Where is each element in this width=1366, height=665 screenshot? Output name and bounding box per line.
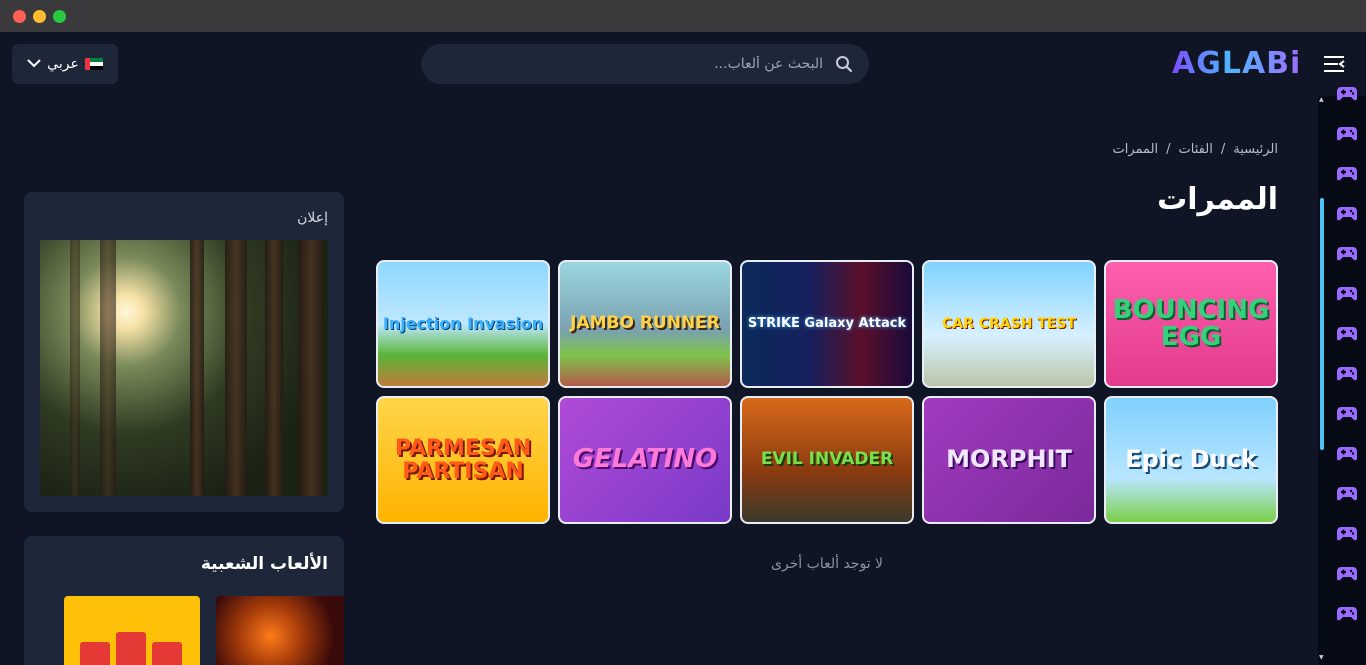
breadcrumb-current: الممرات	[1112, 142, 1159, 157]
search-input[interactable]	[421, 56, 823, 72]
gamepad-icon[interactable]	[1336, 326, 1358, 342]
gamepad-icon[interactable]	[1336, 446, 1358, 462]
ad-widget: إعلان	[24, 192, 344, 512]
gamepad-icon[interactable]	[1336, 526, 1358, 542]
no-more-games-text: لا توجد ألعاب أخرى	[770, 556, 884, 572]
scroll-up-icon[interactable]: ▲	[1319, 96, 1324, 103]
game-title: PARMESAN PARTISAN	[394, 435, 532, 484]
gamepad-icon[interactable]	[1336, 366, 1358, 382]
game-card-strike-galaxy-attack[interactable]: STRIKE Galaxy Attack	[740, 260, 914, 388]
game-title: JAMBO RUNNER	[570, 313, 720, 334]
popular-games-widget: الألعاب الشعبية	[24, 536, 344, 665]
game-title: MORPHIT	[946, 445, 1072, 474]
breadcrumb: الرئيسية / الفئات / الممرات	[1113, 142, 1278, 157]
gamepad-icon[interactable]	[1336, 406, 1358, 422]
site-header: عربي AGLABi	[0, 32, 1366, 96]
gamepad-icon[interactable]	[1336, 246, 1358, 262]
ad-image-forest[interactable]	[40, 240, 328, 496]
game-card-injection-invasion[interactable]: Injection Invasion	[376, 260, 550, 388]
gamepad-icon[interactable]	[1336, 126, 1358, 142]
popular-games-title: الألعاب الشعبية	[200, 554, 328, 574]
game-title: Injection Invasion	[382, 313, 544, 333]
window-minimize-button[interactable]	[33, 10, 46, 23]
game-title: EVIL INVADER	[760, 449, 894, 470]
gamepad-icon[interactable]	[1336, 566, 1358, 582]
gamepad-icon[interactable]	[1336, 206, 1358, 222]
breadcrumb-home[interactable]: الرئيسية	[1233, 142, 1278, 157]
game-card-jambo-runner[interactable]: JAMBO RUNNER	[558, 260, 732, 388]
game-card-parmesan-partisan[interactable]: PARMESAN PARTISAN	[376, 396, 550, 524]
gamepad-icon[interactable]	[1336, 86, 1358, 102]
game-title: Epic Duck	[1125, 445, 1257, 474]
window-maximize-button[interactable]	[53, 10, 66, 23]
breadcrumb-separator: /	[1166, 142, 1171, 157]
game-card-gelatino[interactable]: GELATINO	[558, 396, 732, 524]
menu-toggle-icon[interactable]	[1322, 52, 1346, 76]
chevron-down-icon	[27, 57, 41, 71]
game-title: CAR CRASH TEST	[941, 315, 1077, 332]
site-logo[interactable]: AGLABi	[1172, 46, 1301, 82]
language-selector[interactable]: عربي	[12, 44, 118, 84]
gamepad-icon[interactable]	[1336, 606, 1358, 622]
window-titlebar	[0, 0, 1366, 32]
gamepad-icon[interactable]	[1336, 166, 1358, 182]
page-title: الممرات	[1157, 182, 1278, 217]
sidebar-scrollbar[interactable]	[1320, 198, 1324, 450]
game-card-morphit[interactable]: MORPHIT	[922, 396, 1096, 524]
gamepad-icon[interactable]	[1336, 286, 1358, 302]
popular-game-thumbnail[interactable]	[216, 596, 344, 665]
popular-game-thumbnail[interactable]	[64, 596, 200, 665]
game-card-epic-duck[interactable]: Epic Duck	[1104, 396, 1278, 524]
search-bar[interactable]	[421, 44, 869, 84]
ad-label: إعلان	[297, 210, 328, 226]
game-card-bouncing-egg[interactable]: BOUNCING EGG	[1104, 260, 1278, 388]
uae-flag-icon	[84, 58, 103, 70]
window-close-button[interactable]	[13, 10, 26, 23]
breadcrumb-categories[interactable]: الفئات	[1179, 142, 1213, 157]
scroll-down-icon[interactable]: ▼	[1319, 654, 1324, 661]
language-label: عربي	[47, 56, 79, 72]
game-card-evil-invader[interactable]: EVIL INVADER	[740, 396, 914, 524]
game-title: BOUNCING EGG	[1112, 294, 1270, 352]
game-title: STRIKE Galaxy Attack	[747, 316, 907, 332]
game-title: GELATINO	[572, 444, 718, 475]
game-card-car-crash-test[interactable]: CAR CRASH TEST	[922, 260, 1096, 388]
gamepad-icon[interactable]	[1336, 486, 1358, 502]
breadcrumb-separator: /	[1220, 142, 1226, 157]
search-icon[interactable]	[835, 55, 853, 73]
